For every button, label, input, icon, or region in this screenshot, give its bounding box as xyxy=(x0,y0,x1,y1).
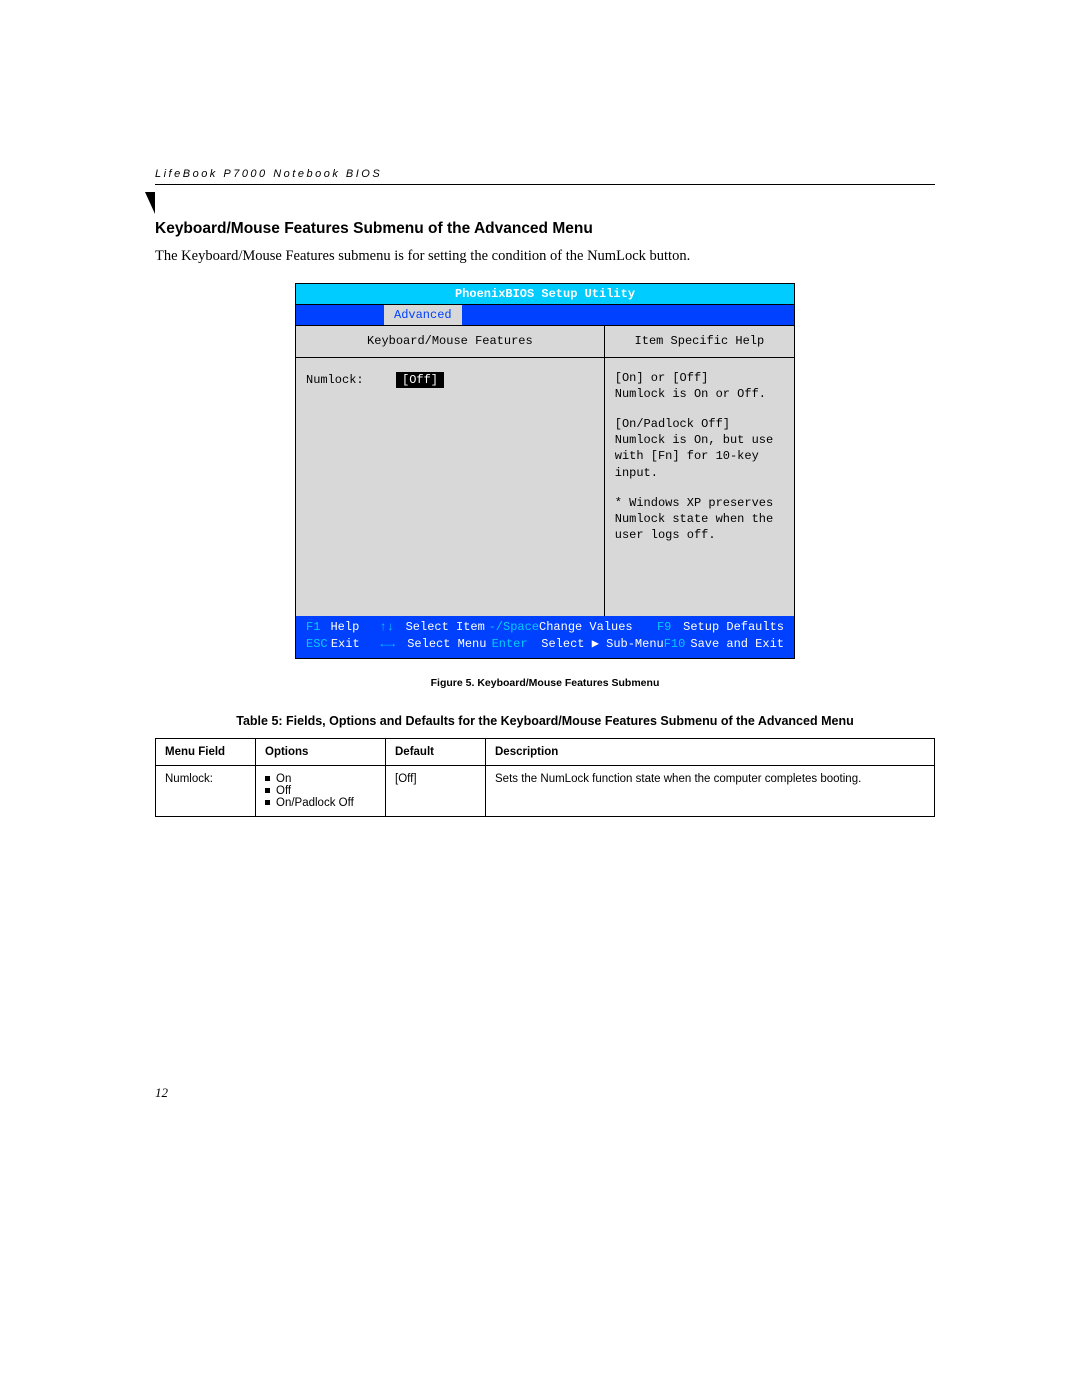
key-label-save-exit: Save and Exit xyxy=(690,636,784,653)
table-caption: Table 5: Fields, Options and Defaults fo… xyxy=(155,714,935,728)
help-line: * Windows XP preserves Numlock state whe… xyxy=(615,495,784,544)
th-options: Options xyxy=(256,738,386,765)
bios-title: PhoenixBIOS Setup Utility xyxy=(296,284,794,305)
key-f1[interactable]: F1 xyxy=(306,619,330,636)
key-label-setup-defaults: Setup Defaults xyxy=(683,619,784,636)
td-default: [Off] xyxy=(386,765,486,816)
key-label-change-values: Change Values xyxy=(539,619,657,636)
bios-help-panel: Item Specific Help [On] or [Off] Numlock… xyxy=(605,326,794,616)
section-title: Keyboard/Mouse Features Submenu of the A… xyxy=(155,220,935,238)
key-label-select-menu: Select Menu xyxy=(407,636,491,653)
options-table: Menu Field Options Default Description N… xyxy=(155,738,935,817)
table-head-row: Menu Field Options Default Description xyxy=(156,738,935,765)
help-line: Numlock is On, but use with [Fn] for 10-… xyxy=(615,432,784,481)
bios-help-header: Item Specific Help xyxy=(605,326,794,357)
option-item: On/Padlock Off xyxy=(265,797,376,809)
bios-left-panel: Keyboard/Mouse Features Numlock: [Off] xyxy=(296,326,605,616)
key-enter[interactable]: Enter xyxy=(492,636,542,653)
bios-menubar: Advanced xyxy=(296,305,794,326)
key-minusspace[interactable]: -/Space xyxy=(489,619,539,636)
figure-caption: Figure 5. Keyboard/Mouse Features Submen… xyxy=(155,677,935,689)
td-description: Sets the NumLock function state when the… xyxy=(486,765,935,816)
running-header: LifeBook P7000 Notebook BIOS xyxy=(155,168,935,185)
td-options: On Off On/Padlock Off xyxy=(256,765,386,816)
document-page: LifeBook P7000 Notebook BIOS Keyboard/Mo… xyxy=(155,168,935,817)
key-f10[interactable]: F10 xyxy=(664,636,691,653)
th-description: Description xyxy=(486,738,935,765)
th-default: Default xyxy=(386,738,486,765)
page-corner-decoration xyxy=(145,192,155,214)
help-line: Numlock is On or Off. xyxy=(615,386,784,402)
key-label-exit: Exit xyxy=(331,636,381,653)
key-updown[interactable]: ↑↓ xyxy=(379,619,405,636)
bios-footer: F1 Help ↑↓ Select Item -/Space Change Va… xyxy=(296,616,794,658)
key-label-select-submenu: Select ▶ Sub-Menu xyxy=(541,636,663,653)
table-row: Numlock: On Off On/Padlock Off [Off] Set… xyxy=(156,765,935,816)
help-line: [On] or [Off] xyxy=(615,370,784,386)
key-leftright[interactable]: ←→ xyxy=(381,636,408,653)
key-label-select-item: Select Item xyxy=(406,619,489,636)
bios-left-header: Keyboard/Mouse Features xyxy=(296,326,604,357)
help-line: [On/Padlock Off] xyxy=(615,416,784,432)
key-esc[interactable]: ESC xyxy=(306,636,331,653)
bios-field-numlock[interactable]: Numlock: [Off] xyxy=(306,372,594,388)
section-intro: The Keyboard/Mouse Features submenu is f… xyxy=(155,248,935,265)
option-item: On xyxy=(265,773,376,785)
page-number: 12 xyxy=(155,1085,168,1101)
key-label-help: Help xyxy=(330,619,379,636)
bios-screenshot: PhoenixBIOS Setup Utility Advanced Keybo… xyxy=(295,283,795,659)
td-menu-field: Numlock: xyxy=(156,765,256,816)
bios-field-label: Numlock: xyxy=(306,372,396,388)
option-item: Off xyxy=(265,785,376,797)
bios-field-value[interactable]: [Off] xyxy=(396,372,444,388)
bios-tab-advanced[interactable]: Advanced xyxy=(384,305,462,325)
th-menu-field: Menu Field xyxy=(156,738,256,765)
key-f9[interactable]: F9 xyxy=(657,619,683,636)
